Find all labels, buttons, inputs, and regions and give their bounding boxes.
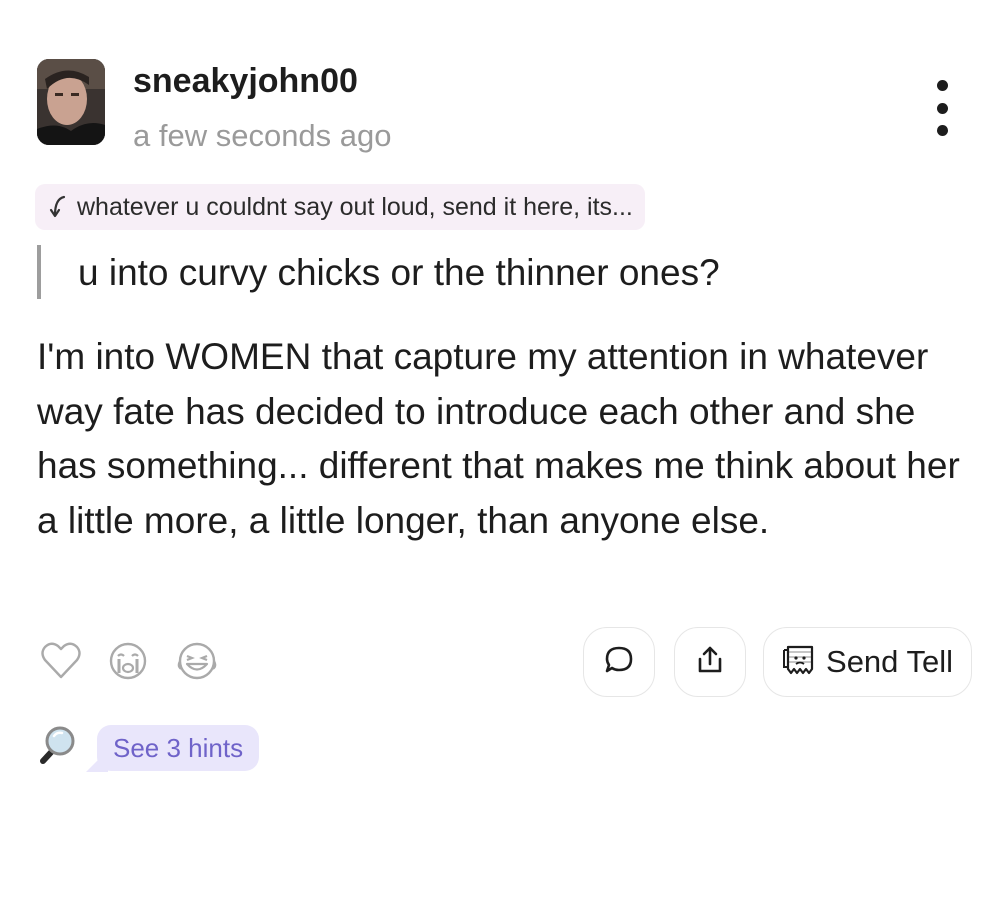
- username[interactable]: sneakyjohn00: [133, 62, 358, 101]
- question-text: u into curvy chicks or the thinner ones?: [78, 252, 720, 293]
- share-icon: [695, 644, 725, 681]
- ghost-note-icon: [782, 643, 818, 682]
- reply-prompt-text: whatever u couldnt say out loud, send it…: [77, 192, 633, 221]
- timestamp: a few seconds ago: [133, 118, 392, 153]
- heart-icon[interactable]: [41, 641, 81, 686]
- more-vertical-icon-dot: [936, 125, 948, 136]
- magnifying-glass-icon[interactable]: [35, 722, 77, 773]
- comment-bubble-icon: [603, 644, 635, 681]
- more-options-button[interactable]: [920, 80, 964, 136]
- more-vertical-icon: [936, 80, 948, 91]
- answer-text: I'm into WOMEN that capture my attention…: [37, 336, 960, 541]
- comment-button[interactable]: [583, 627, 655, 697]
- reply-arrow-icon: [49, 195, 67, 219]
- see-hints-button[interactable]: See 3 hints: [97, 725, 260, 771]
- more-vertical-icon-dot: [936, 102, 948, 114]
- reply-prompt-chip[interactable]: whatever u couldnt say out loud, send it…: [35, 184, 645, 230]
- send-tell-button[interactable]: Send Tell: [763, 627, 972, 697]
- avatar[interactable]: [37, 59, 105, 145]
- crying-face-icon[interactable]: [108, 641, 148, 686]
- share-button[interactable]: [674, 627, 746, 697]
- quote-bar: [37, 245, 41, 299]
- send-tell-label: Send Tell: [826, 644, 953, 679]
- laughing-face-icon[interactable]: [176, 641, 220, 686]
